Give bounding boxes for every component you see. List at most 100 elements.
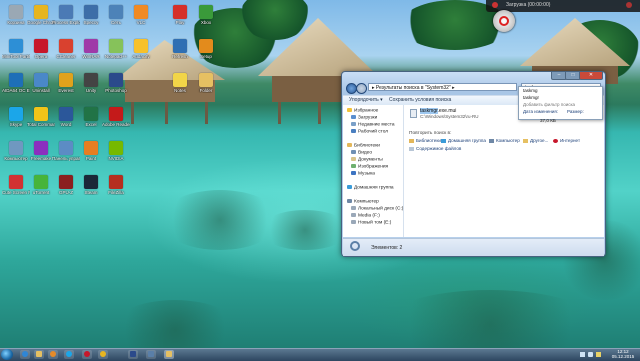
- desktop-shortcut[interactable]: Play: [168, 3, 192, 33]
- taskbar-app-button[interactable]: [146, 350, 156, 359]
- search-internet-link[interactable]: Интернет: [553, 138, 580, 144]
- nav-video[interactable]: Видео: [351, 150, 372, 157]
- desktop-shortcut[interactable]: Панель управления: [52, 139, 80, 169]
- desktop-shortcut[interactable]: Total Commander: [27, 105, 55, 135]
- nav-documents[interactable]: Документы: [351, 157, 383, 164]
- date-modified-filter[interactable]: Дата изменения:: [523, 109, 558, 115]
- desktop-shortcut[interactable]: Everest: [54, 71, 78, 101]
- taskbar-active-explorer-button[interactable]: [164, 350, 174, 359]
- taskbar-ie-button[interactable]: [20, 350, 30, 359]
- desktop-shortcut[interactable]: Process Explorer: [52, 3, 80, 33]
- desktop-shortcut[interactable]: Uninstall: [29, 71, 53, 101]
- save-search-button[interactable]: Сохранить условия поиска: [389, 97, 451, 104]
- desktop-shortcut[interactable]: Компьютер: [4, 139, 28, 169]
- nav-downloads[interactable]: Загрузки: [351, 115, 377, 122]
- address-bar[interactable]: ▸ Результаты поиска в "System32" ▸: [368, 83, 517, 91]
- desktop-shortcut[interactable]: CCleaner: [54, 37, 78, 67]
- shortcut-icon: [84, 39, 98, 53]
- desktop-shortcut[interactable]: Folder: [194, 71, 218, 101]
- nav-recent[interactable]: Недавние места: [351, 122, 395, 129]
- shortcut-label: Paint: [85, 156, 97, 161]
- desktop-shortcut[interactable]: Freemake: [29, 139, 53, 169]
- desktop-shortcut[interactable]: NVIDIA: [104, 139, 128, 169]
- taskbar-clock[interactable]: 12:12 05.12.2015: [608, 349, 638, 360]
- desktop-shortcut[interactable]: Skype: [4, 105, 28, 135]
- nav-music[interactable]: Музыка: [351, 171, 375, 178]
- desktop-shortcut[interactable]: Excel: [79, 105, 103, 135]
- desktop-shortcut[interactable]: Notes: [168, 71, 192, 101]
- desktop-shortcut[interactable]: Notepad++: [104, 37, 128, 67]
- taskbar-photoshop-button[interactable]: [128, 350, 138, 359]
- desktop-shortcut[interactable]: VLC: [129, 3, 153, 33]
- search-result-item[interactable]: taskmgr.exe.mui C:\Windows\System32\ru-R…: [410, 108, 480, 122]
- desktop-shortcut[interactable]: Adobe Reader: [102, 105, 130, 135]
- desktop-shortcut[interactable]: Opera: [29, 37, 53, 67]
- start-button[interactable]: [1, 349, 13, 360]
- volume-icon[interactable]: [588, 352, 593, 357]
- desktop-shortcut[interactable]: AIDA64 OC Edition: [2, 71, 30, 101]
- desktop-shortcut[interactable]: Сеть: [104, 3, 128, 33]
- shortcut-label: Adobe Reader: [102, 122, 130, 127]
- desktop-shortcut[interactable]: Refresh: [168, 37, 192, 67]
- nav-computer[interactable]: Компьютер: [347, 199, 379, 206]
- nav-media[interactable]: Media (F:): [351, 213, 380, 220]
- shortcut-label: uTorrent: [32, 190, 50, 195]
- desktop-shortcut[interactable]: Google Chrome: [27, 3, 55, 33]
- coral-reef: [260, 210, 350, 250]
- search-libraries-link[interactable]: Библиотеки: [409, 138, 441, 144]
- shortcut-icon: [34, 175, 48, 189]
- desktop-shortcut[interactable]: Audacity: [129, 37, 153, 67]
- desktop-shortcut[interactable]: Setup: [194, 37, 218, 67]
- desktop-shortcut[interactable]: uTorrent: [29, 173, 53, 203]
- shortcut-label: Google Chrome: [27, 20, 55, 25]
- shortcut-label: Word: [60, 122, 72, 127]
- forward-button[interactable]: [356, 83, 367, 94]
- clock-gadget[interactable]: [493, 10, 515, 32]
- close-icon[interactable]: [626, 2, 632, 8]
- desktop-shortcut[interactable]: Steam: [79, 173, 103, 203]
- nav-libraries[interactable]: Библиотеки: [347, 143, 380, 150]
- taskbar-opera-button[interactable]: [82, 350, 92, 359]
- flag-icon[interactable]: [596, 352, 601, 357]
- shortcut-label: Компьютер: [4, 156, 28, 161]
- taskbar-explorer-button[interactable]: [34, 350, 44, 359]
- desktop-shortcut[interactable]: Корзина: [4, 3, 28, 33]
- download-gadget[interactable]: Загрузка (00:00:00): [486, 0, 640, 12]
- suggestion-item[interactable]: taskmgr: [523, 95, 539, 101]
- desktop-shortcut[interactable]: Speccy: [79, 3, 103, 33]
- network-icon[interactable]: [580, 352, 585, 357]
- desktop-shortcut[interactable]: Word: [54, 105, 78, 135]
- desktop-shortcut[interactable]: Paint: [79, 139, 103, 169]
- search-file-contents-link[interactable]: Содержимое файлов: [409, 146, 461, 152]
- desktop-shortcut[interactable]: MiniTool Partition W...: [2, 37, 30, 67]
- desktop-shortcut[interactable]: FileZilla: [104, 173, 128, 203]
- app-icon: [148, 351, 154, 357]
- nav-homegroup[interactable]: Домашняя группа: [347, 185, 394, 192]
- nav-favorites[interactable]: Избранное: [347, 108, 378, 115]
- shortcut-label: AIDA64 OC Edition: [2, 88, 30, 93]
- skype-icon: [66, 351, 72, 357]
- desktop-shortcut[interactable]: GPU-Z: [54, 173, 78, 203]
- nav-images[interactable]: Изображения: [351, 164, 388, 171]
- title-bar[interactable]: – □ ✕: [342, 72, 605, 81]
- search-suggestions: taskmg taskmgr Добавить фильтр поиска Да…: [518, 86, 603, 120]
- taskbar-media-button[interactable]: [48, 350, 58, 359]
- desktop-shortcut[interactable]: Unity: [79, 71, 103, 101]
- internet-icon: [553, 138, 558, 143]
- nav-new-volume[interactable]: Новый том (E:): [351, 220, 391, 227]
- desktop-shortcut[interactable]: WinRAR: [79, 37, 103, 67]
- search-other-link[interactable]: Другое...: [523, 138, 548, 144]
- search-computer-link[interactable]: Компьютер: [489, 138, 520, 144]
- organize-button[interactable]: Упорядочить ▾: [349, 97, 383, 104]
- desktop-shortcut[interactable]: Xbox: [194, 3, 218, 33]
- taskbar-skype-button[interactable]: [64, 350, 74, 359]
- search-homegroup-link[interactable]: Домашняя группа: [441, 138, 486, 144]
- desktop-shortcut[interactable]: Photoshop: [104, 71, 128, 101]
- record-icon[interactable]: [492, 2, 498, 8]
- taskbar-chrome-button[interactable]: [98, 350, 108, 359]
- close-button[interactable]: ✕: [579, 72, 603, 80]
- desktop-shortcut[interactable]: Cute Screen Recorder: [2, 173, 30, 203]
- nav-desktop[interactable]: Рабочий стол: [351, 129, 388, 136]
- size-filter[interactable]: Размер:: [567, 109, 584, 115]
- nav-local-disk[interactable]: Локальный диск (C:): [351, 206, 403, 213]
